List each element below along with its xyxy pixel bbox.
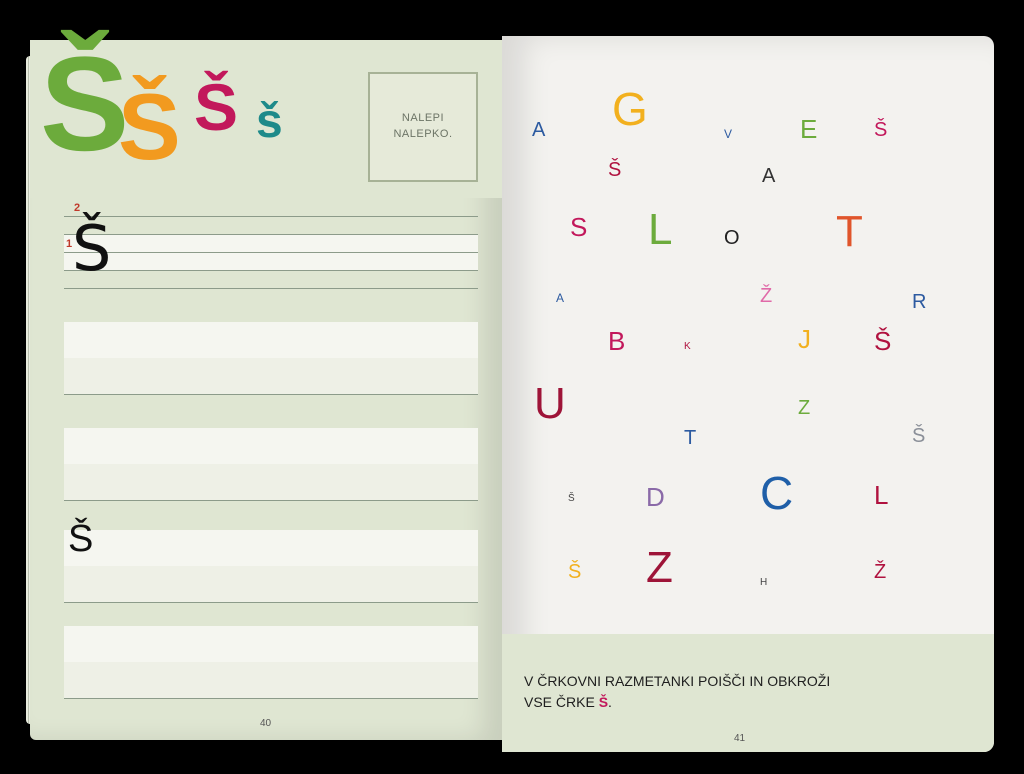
puzzle-letter-9[interactable]: L	[648, 208, 672, 252]
writing-row-3[interactable]	[64, 428, 478, 501]
puzzle-letter-25[interactable]: C	[760, 470, 793, 516]
puzzle-letter-14[interactable]: R	[912, 292, 926, 312]
puzzle-letter-19[interactable]: U	[534, 382, 566, 426]
page-number-left: 40	[260, 718, 272, 729]
puzzle-letter-1[interactable]: A	[532, 120, 545, 140]
open-workbook: Š Š Š š NALEPI NALEPKO. 2 1 Š Š 40 A G V…	[0, 0, 1024, 774]
instruction-band: V ČRKOVNI RAZMETANKI POIŠČI IN OBKROŽI V…	[502, 634, 994, 752]
puzzle-letter-24[interactable]: D	[646, 484, 665, 510]
header-letter-2: Š	[118, 74, 181, 179]
puzzle-letter-8[interactable]: S	[570, 214, 587, 240]
instruction-line-2-text: VSE ČRKE	[524, 693, 599, 710]
instruction-line-2: VSE ČRKE Š.	[524, 692, 964, 712]
sticker-box[interactable]: NALEPI NALEPKO.	[368, 72, 478, 182]
header-letter-3: Š	[194, 70, 239, 144]
puzzle-letter-27[interactable]: Š	[568, 562, 581, 582]
instruction-period: .	[608, 693, 612, 710]
right-page: A G V E Š Š A S L O T A Ž R B K J Š U Z T Š Š D C L Š Z H Ž V ČRKOVNI…	[502, 36, 994, 752]
writing-row-2[interactable]	[64, 322, 478, 395]
writing-row-1[interactable]	[64, 216, 478, 289]
header-letter-4: š	[256, 95, 283, 148]
puzzle-letter-7[interactable]: A	[762, 166, 775, 186]
puzzle-letter-28[interactable]: Z	[646, 546, 673, 590]
puzzle-letter-2[interactable]: G	[612, 86, 648, 132]
left-page: Š Š Š š NALEPI NALEPKO. 2 1 Š Š 40	[30, 30, 502, 740]
puzzle-letter-20[interactable]: Z	[798, 398, 810, 418]
puzzle-letter-22[interactable]: Š	[912, 426, 925, 446]
puzzle-letter-16[interactable]: K	[684, 342, 691, 352]
puzzle-letter-23[interactable]: Š	[568, 494, 575, 504]
puzzle-letter-12[interactable]: A	[556, 292, 564, 304]
puzzle-letter-18[interactable]: Š	[874, 328, 891, 354]
puzzle-letter-4[interactable]: E	[800, 116, 817, 142]
sticker-text-line2: NALEPKO.	[393, 128, 453, 140]
sticker-text-line1: NALEPI	[401, 112, 445, 125]
puzzle-letter-13[interactable]: Ž	[760, 286, 772, 306]
trace-letter: Š	[72, 212, 112, 285]
header-letter-1: Š	[40, 30, 130, 179]
instruction-highlight-letter: Š	[598, 693, 609, 710]
instruction-text: V ČRKOVNI RAZMETANKI POIŠČI IN OBKROŽI V…	[524, 671, 964, 712]
copy-letter: Š	[68, 518, 94, 560]
puzzle-letter-11[interactable]: T	[836, 210, 863, 254]
writing-row-4[interactable]	[64, 530, 478, 603]
page-number-right: 41	[734, 733, 746, 744]
writing-row-5[interactable]	[64, 626, 478, 699]
instruction-line-1: V ČRKOVNI RAZMETANKI POIŠČI IN OBKROŽI	[524, 673, 831, 690]
puzzle-letter-17[interactable]: J	[798, 326, 811, 352]
puzzle-letter-3[interactable]: V	[724, 128, 732, 140]
puzzle-letter-10[interactable]: O	[724, 228, 740, 248]
puzzle-letter-15[interactable]: B	[608, 328, 625, 354]
puzzle-letter-29[interactable]: H	[760, 578, 767, 588]
puzzle-letter-26[interactable]: L	[874, 482, 888, 508]
puzzle-letter-21[interactable]: T	[684, 428, 696, 448]
puzzle-letter-30[interactable]: Ž	[874, 562, 886, 582]
puzzle-letter-5[interactable]: Š	[874, 120, 887, 140]
puzzle-letter-6[interactable]: Š	[608, 160, 621, 180]
